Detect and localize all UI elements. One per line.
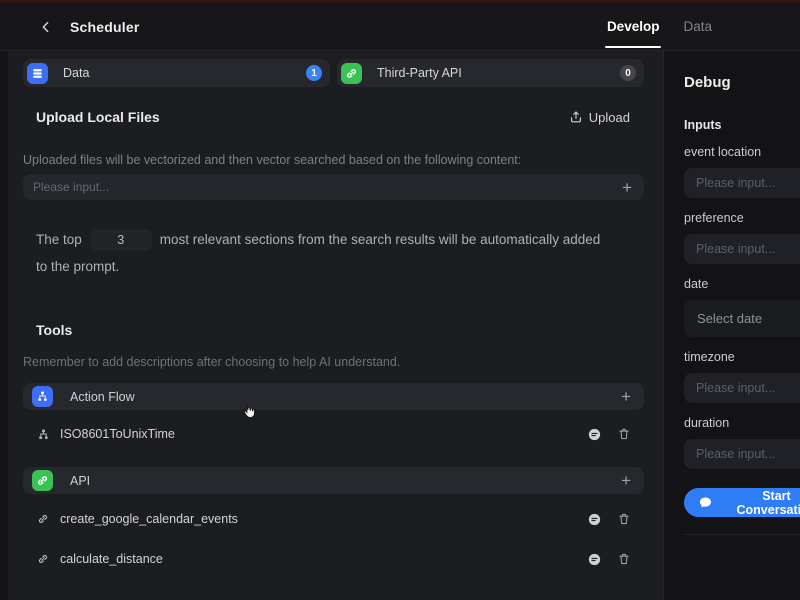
delete-trash-icon[interactable]: [617, 512, 632, 527]
top-bar: Scheduler Develop Data: [0, 3, 800, 51]
api-group-row[interactable]: API +: [23, 467, 644, 494]
description-comment-icon[interactable]: [587, 512, 602, 527]
third-party-api-count-badge: 0: [620, 65, 636, 81]
tool-name: calculate_distance: [60, 552, 163, 566]
field-label-duration: duration: [684, 415, 800, 431]
top-k-input[interactable]: [90, 229, 152, 251]
debug-panel: Debug Inputs event location preference d…: [663, 51, 800, 600]
top-sections-paragraph: The topmost relevant sections from the s…: [36, 226, 611, 280]
description-comment-icon[interactable]: [587, 427, 602, 442]
top-tabs: Develop Data: [607, 3, 712, 50]
delete-trash-icon[interactable]: [617, 427, 632, 442]
delete-trash-icon[interactable]: [617, 552, 632, 567]
duration-input[interactable]: [684, 439, 800, 469]
third-party-api-label: Third-Party API: [377, 66, 462, 80]
add-action-flow-button[interactable]: +: [619, 388, 633, 405]
inputs-heading: Inputs: [684, 118, 800, 132]
event-location-input[interactable]: [684, 168, 800, 198]
database-icon: [27, 63, 48, 84]
tool-row-iso8601[interactable]: ISO8601ToUnixTime: [23, 422, 644, 446]
workflow-icon: [32, 386, 53, 407]
add-api-button[interactable]: +: [619, 472, 633, 489]
link-small-icon: [37, 552, 51, 566]
page-title: Scheduler: [70, 19, 140, 35]
tool-row-create-calendar[interactable]: create_google_calendar_events: [23, 507, 644, 531]
vectorize-description: Uploaded files will be vectorized and th…: [23, 152, 644, 168]
chevron-left-icon: [38, 19, 54, 35]
action-flow-label: Action Flow: [70, 390, 135, 404]
preference-input[interactable]: [684, 234, 800, 264]
workflow-small-icon: [37, 427, 51, 441]
start-conversation-button[interactable]: Start Conversation: [684, 488, 800, 517]
tab-data[interactable]: Data: [683, 3, 712, 50]
link-small-icon: [37, 512, 51, 526]
api-label: API: [70, 474, 90, 488]
debug-section-divider: [684, 534, 800, 535]
upload-button[interactable]: Upload: [569, 110, 630, 125]
back-button[interactable]: [38, 18, 56, 36]
api-link-icon: [32, 470, 53, 491]
vector-search-input-row: +: [23, 174, 644, 200]
tool-name: ISO8601ToUnixTime: [60, 427, 175, 441]
knowledge-cards-row: Data 1 Third-Party API 0: [23, 59, 644, 87]
tab-develop[interactable]: Develop: [607, 3, 660, 50]
action-flow-group-row[interactable]: Action Flow +: [23, 383, 644, 410]
data-card[interactable]: Data 1: [23, 59, 330, 87]
chat-bubble-icon: [698, 495, 713, 510]
develop-main-panel: Data 1 Third-Party API 0 Upload Local Fi…: [8, 51, 663, 600]
data-count-badge: 1: [306, 65, 322, 81]
vector-search-input[interactable]: [33, 180, 620, 194]
tools-description: Remember to add descriptions after choos…: [23, 355, 644, 369]
third-party-api-card[interactable]: Third-Party API 0: [337, 59, 644, 87]
add-content-button[interactable]: +: [620, 179, 634, 196]
upload-local-files-heading: Upload Local Files: [36, 109, 160, 125]
link-icon: [341, 63, 362, 84]
upload-icon: [569, 110, 583, 124]
tool-row-calculate-distance[interactable]: calculate_distance: [23, 547, 644, 571]
description-comment-icon[interactable]: [587, 552, 602, 567]
date-select[interactable]: Select date: [684, 300, 800, 337]
data-card-label: Data: [63, 66, 89, 80]
field-label-date: date: [684, 276, 800, 292]
timezone-input[interactable]: [684, 373, 800, 403]
field-label-event-location: event location: [684, 144, 800, 160]
tool-name: create_google_calendar_events: [60, 512, 238, 526]
debug-heading: Debug: [684, 74, 800, 91]
tools-heading: Tools: [36, 322, 644, 338]
field-label-preference: preference: [684, 210, 800, 226]
field-label-timezone: timezone: [684, 349, 800, 365]
